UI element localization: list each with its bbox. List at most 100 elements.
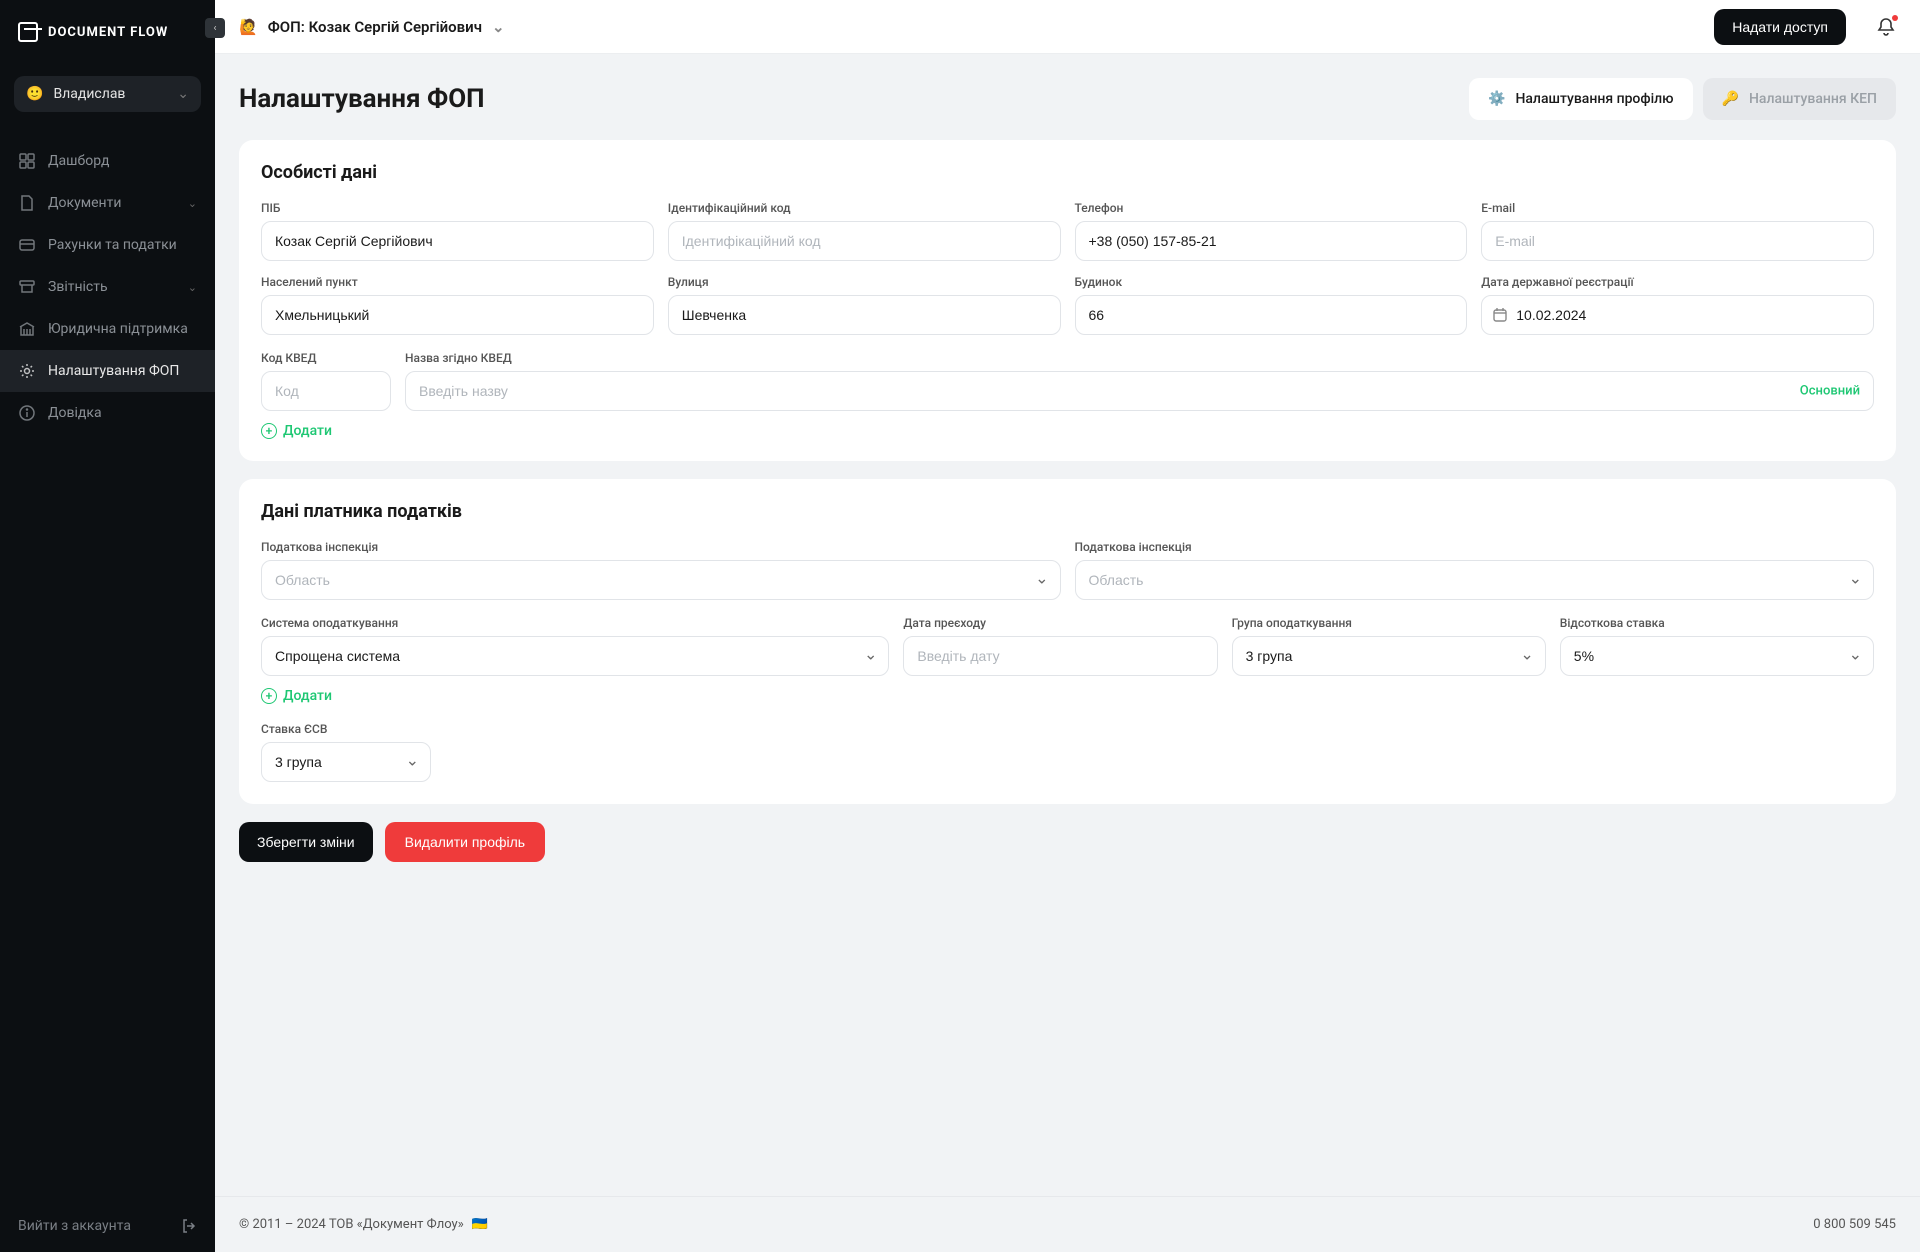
tax-system-select[interactable] xyxy=(261,636,889,676)
kved-code-input[interactable] xyxy=(261,371,391,411)
field-label: Ставка ЄСВ xyxy=(261,722,431,736)
nav-label: Документи xyxy=(48,195,121,211)
field-label: Система оподаткування xyxy=(261,616,889,630)
profile-switcher[interactable]: 🙋 ФОП: Козак Сергій Сергійович ⌄ xyxy=(239,18,505,36)
notification-dot-icon xyxy=(1892,15,1898,21)
tab-label: Налаштування КЕП xyxy=(1749,91,1877,107)
logout-icon xyxy=(181,1218,197,1234)
field-label: Відсоткова ставка xyxy=(1560,616,1874,630)
nav-help[interactable]: Довідка xyxy=(0,392,215,434)
footer-copyright: © 2011 – 2024 ТОВ «Документ Флоу» xyxy=(239,1217,464,1232)
plus-icon: + xyxy=(261,688,277,704)
street-input[interactable] xyxy=(668,295,1061,335)
house-input[interactable] xyxy=(1075,295,1468,335)
nav-label: Налаштування ФОП xyxy=(48,363,179,379)
tax-group-select[interactable] xyxy=(1232,636,1546,676)
delete-profile-button[interactable]: Видалити профіль xyxy=(385,822,545,862)
inn-input[interactable] xyxy=(668,221,1061,261)
field-label: Будинок xyxy=(1075,275,1468,289)
logout-label: Вийти з аккаунта xyxy=(18,1218,131,1234)
logout-button[interactable]: Вийти з аккаунта xyxy=(0,1200,215,1252)
footer: © 2011 – 2024 ТОВ «Документ Флоу» 🇺🇦 0 8… xyxy=(215,1196,1920,1252)
nav-legal[interactable]: Юридична підтримка xyxy=(0,308,215,350)
field-label: Група оподаткування xyxy=(1232,616,1546,630)
city-input[interactable] xyxy=(261,295,654,335)
nav-dashboard[interactable]: Дашборд xyxy=(0,140,215,182)
page-title: Налаштування ФОП xyxy=(239,84,485,114)
personal-data-card: Особисті дані ПІБ Ідентифікаційний код Т… xyxy=(239,140,1896,461)
field-label: E-mail xyxy=(1481,201,1874,215)
archive-icon xyxy=(18,278,36,296)
brand-text: DOCUMENT FLOW xyxy=(48,25,168,40)
field-label: Податкова інспекція xyxy=(261,540,1061,554)
field-label: Населений пункт xyxy=(261,275,654,289)
field-label: Вулиця xyxy=(668,275,1061,289)
chevron-down-icon: ⌄ xyxy=(492,18,505,36)
nav-label: Юридична підтримка xyxy=(48,321,188,337)
user-avatar-icon: 🙂 xyxy=(26,86,43,102)
info-icon xyxy=(18,404,36,422)
main-nav: Дашборд Документи ⌄ Рахунки та податки xyxy=(0,132,215,1200)
pib-input[interactable] xyxy=(261,221,654,261)
card-title: Особисті дані xyxy=(261,162,1874,183)
phone-input[interactable] xyxy=(1075,221,1468,261)
add-kved-button[interactable]: + Додати xyxy=(261,423,1874,439)
nav-label: Рахунки та податки xyxy=(48,237,177,253)
field-label: Телефон xyxy=(1075,201,1468,215)
field-label: Ідентифікаційний код xyxy=(668,201,1061,215)
tab-label: Налаштування профілю xyxy=(1515,91,1673,107)
logo-icon xyxy=(18,22,38,42)
card-title: Дані платника податків xyxy=(261,501,1874,522)
bank-icon xyxy=(18,320,36,338)
email-input[interactable] xyxy=(1481,221,1874,261)
sidebar: DOCUMENT FLOW ‹ 🙂 Владислав ⌄ Дашборд До xyxy=(0,0,215,1252)
topbar: 🙋 ФОП: Козак Сергій Сергійович ⌄ Надати … xyxy=(215,0,1920,54)
nav-settings[interactable]: Налаштування ФОП xyxy=(0,350,215,392)
plus-icon: + xyxy=(261,423,277,439)
nav-label: Звітність xyxy=(48,279,108,295)
chevron-down-icon: ⌄ xyxy=(177,86,189,102)
field-label: Дата державної реєстрації xyxy=(1481,275,1874,289)
regdate-input[interactable] xyxy=(1481,295,1874,335)
dashboard-icon xyxy=(18,152,36,170)
add-label: Додати xyxy=(283,688,332,704)
nav-label: Довідка xyxy=(48,405,102,421)
profile-emoji-icon: 🙋 xyxy=(239,18,258,36)
document-icon xyxy=(18,194,36,212)
save-button[interactable]: Зберегти зміни xyxy=(239,822,373,862)
kved-primary-badge: Основний xyxy=(1800,384,1860,399)
field-label: Код КВЕД xyxy=(261,351,391,365)
user-name: Владислав xyxy=(53,86,125,102)
nav-label: Дашборд xyxy=(48,153,109,169)
kved-name-input[interactable] xyxy=(405,371,1874,411)
gear-emoji-icon: ⚙️ xyxy=(1488,91,1505,107)
tab-profile-settings[interactable]: ⚙️ Налаштування профілю xyxy=(1469,78,1693,120)
tax-inspection-select-1[interactable] xyxy=(261,560,1061,600)
flag-icon: 🇺🇦 xyxy=(472,1217,488,1232)
transition-date-input[interactable] xyxy=(903,636,1217,676)
nav-invoices[interactable]: Рахунки та податки xyxy=(0,224,215,266)
add-label: Додати xyxy=(283,423,332,439)
nav-documents[interactable]: Документи ⌄ xyxy=(0,182,215,224)
grant-access-button[interactable]: Надати доступ xyxy=(1714,9,1846,45)
rate-select[interactable] xyxy=(1560,636,1874,676)
profile-name: ФОП: Козак Сергій Сергійович xyxy=(268,18,482,36)
esv-rate-select[interactable] xyxy=(261,742,431,782)
tax-inspection-select-2[interactable] xyxy=(1075,560,1875,600)
user-switcher[interactable]: 🙂 Владислав ⌄ xyxy=(14,76,201,112)
tab-kep-settings[interactable]: 🔑 Налаштування КЕП xyxy=(1703,78,1896,120)
credit-card-icon xyxy=(18,236,36,254)
notifications-button[interactable] xyxy=(1876,17,1896,37)
key-emoji-icon: 🔑 xyxy=(1722,91,1739,107)
field-label: Назва згідно КВЕД xyxy=(405,351,1874,365)
nav-reports[interactable]: Звітність ⌄ xyxy=(0,266,215,308)
field-label: Податкова інспекція xyxy=(1075,540,1875,554)
chevron-down-icon: ⌄ xyxy=(188,281,197,294)
chevron-left-icon: ‹ xyxy=(213,23,216,34)
sidebar-collapse-button[interactable]: ‹ xyxy=(205,18,225,38)
chevron-down-icon: ⌄ xyxy=(188,197,197,210)
field-label: ПІБ xyxy=(261,201,654,215)
gear-icon xyxy=(18,362,36,380)
add-tax-system-button[interactable]: + Додати xyxy=(261,688,1874,704)
calendar-icon xyxy=(1493,308,1507,322)
